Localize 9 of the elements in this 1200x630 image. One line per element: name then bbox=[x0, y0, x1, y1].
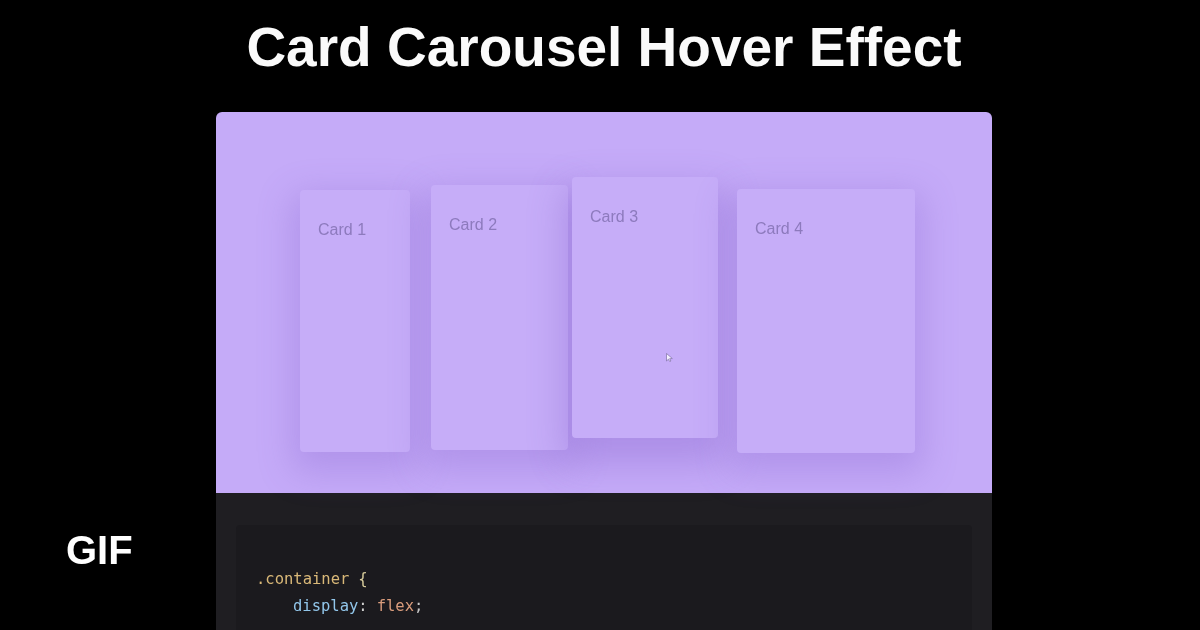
card-label: Card 3 bbox=[590, 207, 639, 227]
code-line: display: flex; bbox=[293, 596, 424, 617]
pointer-cursor-icon bbox=[666, 353, 673, 362]
card-label: Card 1 bbox=[318, 220, 367, 240]
card-label: Card 4 bbox=[755, 219, 804, 239]
gif-label: GIF bbox=[66, 530, 133, 570]
card-label: Card 2 bbox=[449, 215, 498, 235]
page-title: Card Carousel Hover Effect bbox=[246, 20, 962, 75]
code-line: .container { bbox=[256, 569, 368, 590]
